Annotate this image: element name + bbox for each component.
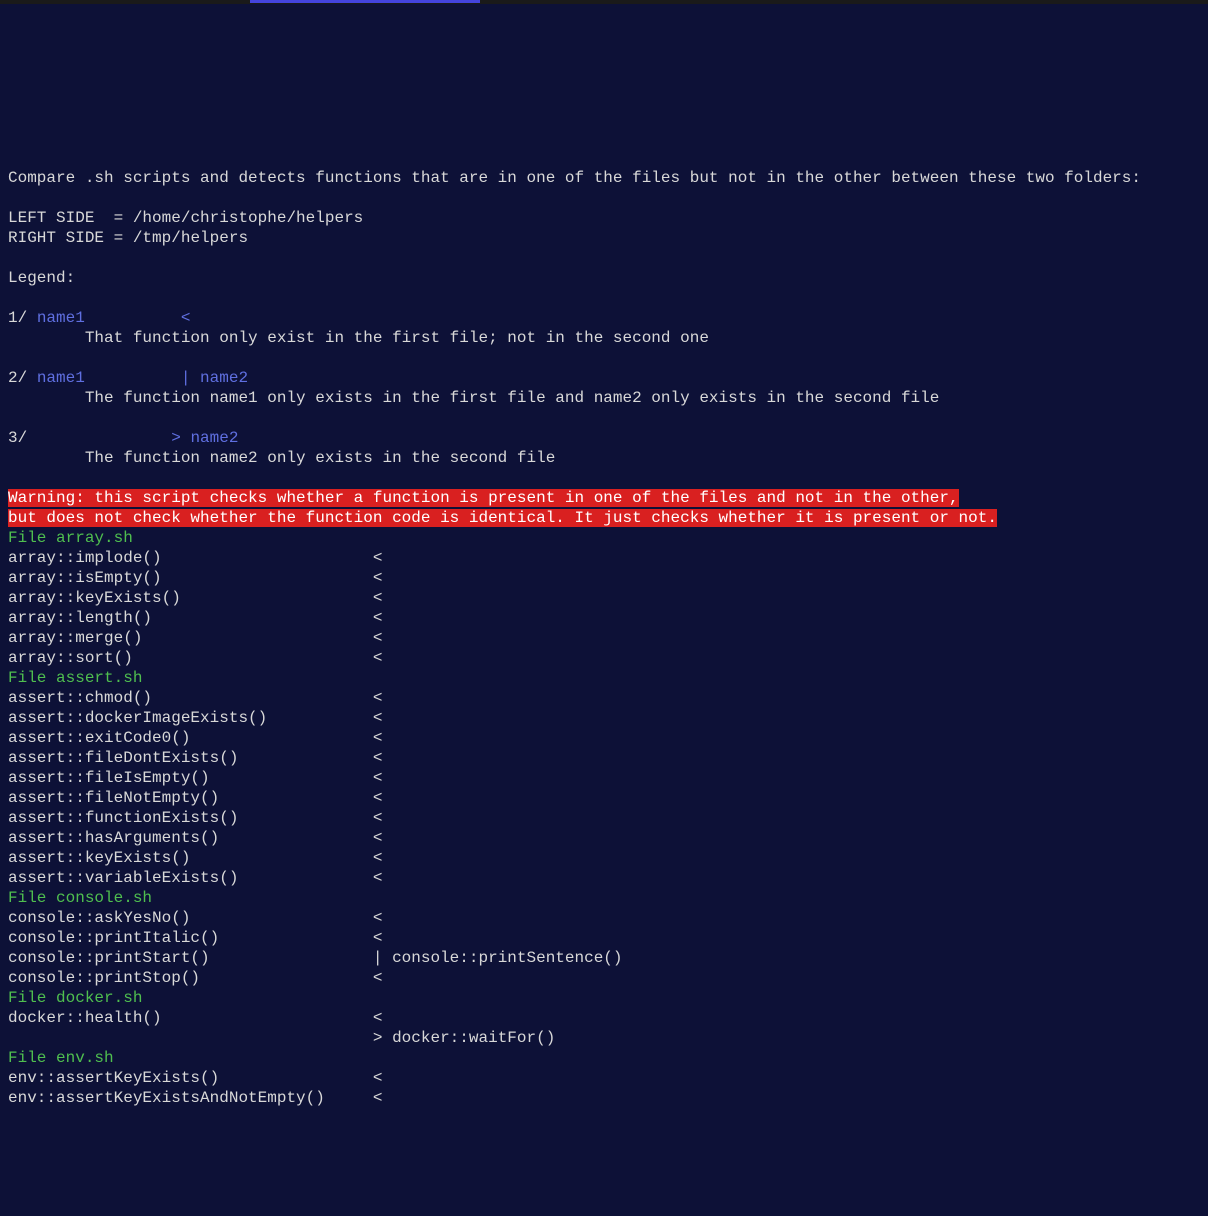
- diff-left: assert::chmod(): [8, 689, 373, 707]
- diff-sep: <: [373, 729, 383, 747]
- diff-left: assert::fileDontExists(): [8, 749, 373, 767]
- legend-1-prefix: 1/: [8, 309, 37, 327]
- compare-line: Compare .sh scripts and detects function…: [8, 169, 1141, 187]
- diff-sep: <: [373, 649, 383, 667]
- legend-3-prefix: 3/: [8, 429, 37, 447]
- diff-left: console::printItalic(): [8, 929, 373, 947]
- file-header: File env.sh: [8, 1049, 114, 1067]
- right-side-path: /tmp/helpers: [133, 229, 248, 247]
- diff-left: array::merge(): [8, 629, 373, 647]
- diff-sep: <: [373, 1089, 383, 1107]
- legend-3-desc: The function name2 only exists in the se…: [8, 449, 555, 467]
- diff-sep: <: [373, 609, 383, 627]
- diff-left: assert::keyExists(): [8, 849, 373, 867]
- diff-left: assert::fileIsEmpty(): [8, 769, 373, 787]
- diff-left: assert::hasArguments(): [8, 829, 373, 847]
- diff-sep: <: [373, 749, 383, 767]
- diff-left: array::isEmpty(): [8, 569, 373, 587]
- diff-sep: <: [373, 589, 383, 607]
- diff-left: console::printStart(): [8, 949, 373, 967]
- diff-sep: <: [373, 1069, 383, 1087]
- warning-line-2: but does not check whether the function …: [8, 509, 997, 527]
- diff-left: array::implode(): [8, 549, 373, 567]
- diff-sep: <: [373, 629, 383, 647]
- diff-sep: <: [373, 569, 383, 587]
- diff-right: docker::waitFor(): [382, 1029, 555, 1047]
- diff-left: env::assertKeyExistsAndNotEmpty(): [8, 1089, 373, 1107]
- diff-sep: <: [373, 869, 383, 887]
- diff-sep: <: [373, 929, 383, 947]
- file-header: File array.sh: [8, 529, 133, 547]
- left-side-label: LEFT SIDE =: [8, 209, 133, 227]
- window-top-accent: [250, 0, 480, 3]
- diff-left: assert::fileNotEmpty(): [8, 789, 373, 807]
- diff-sep: <: [373, 549, 383, 567]
- legend-2-prefix: 2/: [8, 369, 37, 387]
- diff-sep: <: [373, 809, 383, 827]
- diff-sep: |: [373, 949, 383, 967]
- diff-left: array::sort(): [8, 649, 373, 667]
- diff-left: env::assertKeyExists(): [8, 1069, 373, 1087]
- diff-left: [8, 1029, 373, 1047]
- right-side-label: RIGHT SIDE =: [8, 229, 133, 247]
- diff-sep: <: [373, 829, 383, 847]
- diff-sep: >: [373, 1029, 383, 1047]
- diff-left: console::printStop(): [8, 969, 373, 987]
- diff-sep: <: [373, 689, 383, 707]
- terminal-output: Compare .sh scripts and detects function…: [8, 168, 1200, 1108]
- legend-2-desc: The function name1 only exists in the fi…: [8, 389, 939, 407]
- file-header: File console.sh: [8, 889, 152, 907]
- diff-left: assert::variableExists(): [8, 869, 373, 887]
- legend-title: Legend:: [8, 269, 75, 287]
- diff-left: assert::functionExists(): [8, 809, 373, 827]
- file-header: File docker.sh: [8, 989, 142, 1007]
- diff-sep: <: [373, 1009, 383, 1027]
- diff-sep: <: [373, 789, 383, 807]
- legend-1-desc: That function only exist in the first fi…: [8, 329, 709, 347]
- diff-left: console::askYesNo(): [8, 909, 373, 927]
- legend-2-pattern: name1 | name2: [37, 369, 248, 387]
- diff-left: assert::exitCode0(): [8, 729, 373, 747]
- left-side-path: /home/christophe/helpers: [133, 209, 363, 227]
- file-header: File assert.sh: [8, 669, 142, 687]
- diff-left: docker::health(): [8, 1009, 373, 1027]
- legend-3-pattern: > name2: [37, 429, 239, 447]
- diff-sep: <: [373, 849, 383, 867]
- diff-left: array::keyExists(): [8, 589, 373, 607]
- diff-sep: <: [373, 969, 383, 987]
- window-top-bar: [0, 0, 1208, 4]
- diff-sep: <: [373, 769, 383, 787]
- diff-left: array::length(): [8, 609, 373, 627]
- diff-right: console::printSentence(): [382, 949, 622, 967]
- legend-1-pattern: name1 <: [37, 309, 191, 327]
- warning-line-1: Warning: this script checks whether a fu…: [8, 489, 959, 507]
- diff-sep: <: [373, 909, 383, 927]
- diff-sep: <: [373, 709, 383, 727]
- diff-left: assert::dockerImageExists(): [8, 709, 373, 727]
